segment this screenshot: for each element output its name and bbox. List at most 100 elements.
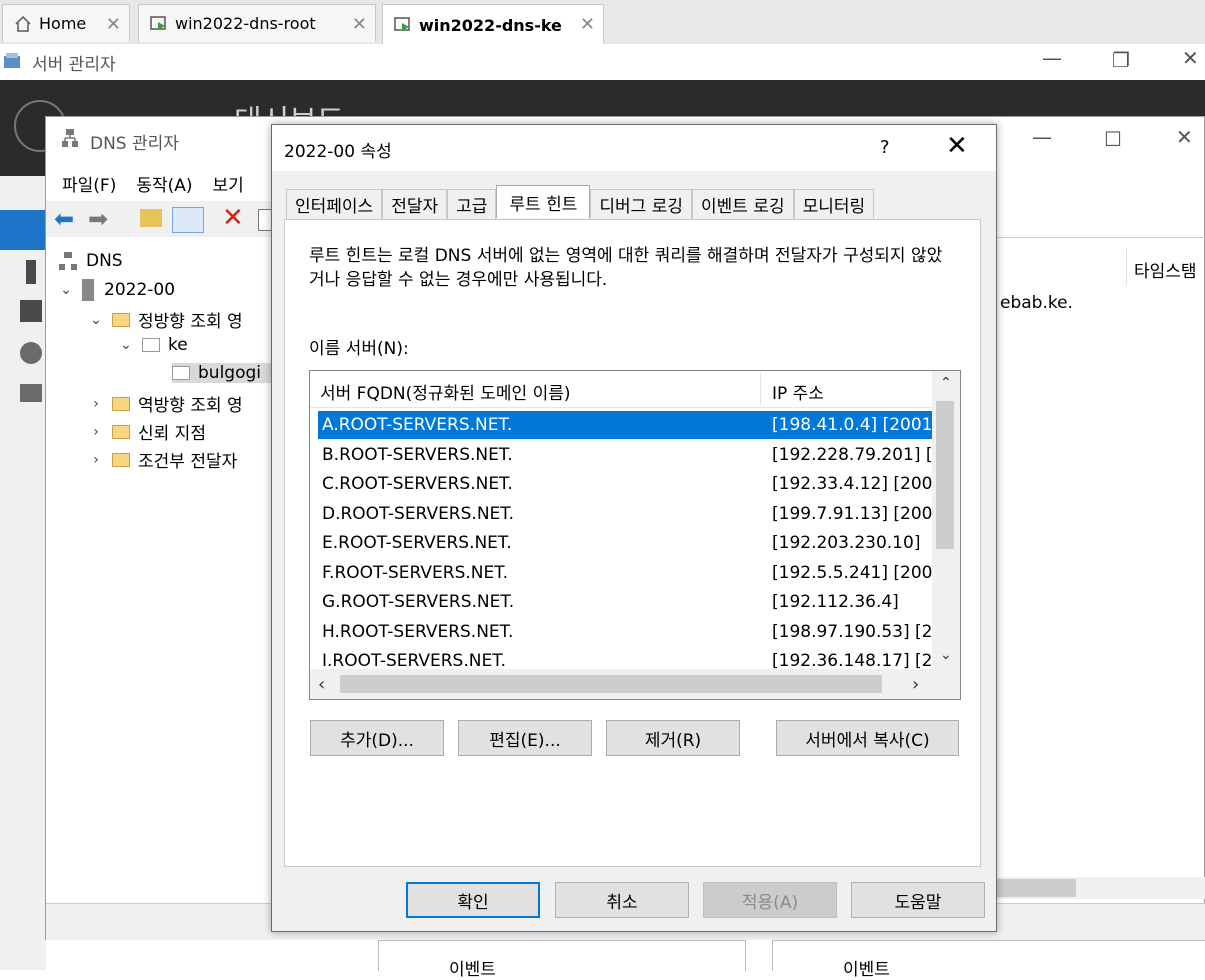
close-icon[interactable]: ✕ — [1182, 46, 1199, 70]
events-panel-title: 이벤트 — [449, 960, 496, 980]
toolbar: ⬅ ➡ ✕ — [46, 201, 286, 237]
scroll-left-icon[interactable]: ‹ — [318, 674, 325, 695]
events-panel-right: 이벤트 — [772, 940, 1205, 980]
horizontal-scrollbar[interactable]: ‹ › — [310, 669, 960, 699]
tab-home[interactable]: Home ✕ — [2, 4, 130, 42]
list-row[interactable]: H.ROOT-SERVERS.NET. [198.97.190.53] [2 — [318, 618, 932, 646]
list-row[interactable]: A.ROOT-SERVERS.NET. [198.41.0.4] [2001 — [318, 411, 932, 439]
list-row[interactable]: E.ROOT-SERVERS.NET. [192.203.230.10] — [318, 529, 932, 557]
dns-tree: DNS ⌄ 2022-00 ⌄ 정방향 조회 영 ⌄ ke bulgogi › … — [46, 243, 276, 903]
sidebar-files-icon[interactable] — [20, 384, 42, 402]
tab-debug-logging[interactable]: 디버그 로깅 — [590, 189, 692, 219]
list-row[interactable]: F.ROOT-SERVERS.NET. [192.5.5.241] [200 — [318, 559, 932, 587]
list-row[interactable]: I.ROOT-SERVERS.NET. [192.36.148.17] [2 — [318, 647, 932, 669]
column-header-fqdn[interactable]: 서버 FQDN(정규화된 도메인 이름) — [320, 379, 570, 404]
root-hints-description: 루트 힌트는 로컬 DNS 서버에 없는 영역에 대한 쿼리를 해결하며 전달자… — [309, 246, 943, 290]
forward-arrow-icon[interactable]: ➡ — [88, 205, 108, 233]
chevron-right-icon[interactable]: › — [86, 396, 106, 412]
column-separator[interactable] — [760, 373, 761, 405]
server-manager-icon — [4, 53, 20, 68]
scroll-up-icon[interactable]: ⌃ — [940, 375, 952, 391]
vm-console-icon — [150, 15, 166, 30]
tab-close-icon[interactable]: ✕ — [106, 14, 121, 35]
tab-win2022-dns-root[interactable]: win2022-dns-root ✕ — [138, 4, 376, 42]
sidebar-servers-icon[interactable] — [20, 300, 42, 322]
restore-icon[interactable]: ❐ — [1112, 48, 1130, 72]
chevron-right-icon[interactable]: › — [86, 424, 106, 440]
dns-root-icon — [59, 252, 77, 270]
sidebar-server-icon[interactable] — [26, 260, 36, 284]
tree-node-server[interactable]: ⌄ 2022-00 — [56, 279, 175, 301]
add-button[interactable]: 추가(D)... — [310, 720, 444, 756]
cancel-button[interactable]: 취소 — [555, 882, 689, 918]
home-icon — [15, 15, 31, 32]
help-button[interactable]: 도움말 — [851, 882, 985, 918]
help-question-icon[interactable]: ? — [880, 137, 890, 158]
maximize-icon[interactable]: ☐ — [1104, 127, 1122, 151]
copy-from-server-button[interactable]: 서버에서 복사(C) — [776, 720, 959, 756]
column-header-ip[interactable]: IP 주소 — [772, 379, 824, 404]
tree-node-trust-points[interactable]: › 신뢰 지점 — [86, 419, 206, 445]
dialog-tabs: 인터페이스 전달자 고급 루트 힌트 디버그 로깅 이벤트 로깅 모니터링 — [286, 185, 875, 219]
up-folder-icon[interactable] — [140, 209, 162, 227]
dns-manager-title: DNS 관리자 — [90, 134, 179, 154]
scroll-thumb[interactable] — [996, 879, 1076, 897]
tree-node-reverse-lookup[interactable]: › 역방향 조회 영 — [86, 391, 242, 417]
horizontal-scrollbar[interactable] — [996, 877, 1205, 899]
tab-root-hints[interactable]: 루트 힌트 — [496, 185, 591, 218]
tree-node-forward-lookup[interactable]: ⌄ 정방향 조회 영 — [86, 307, 243, 333]
name-servers-label: 이름 서버(N): — [309, 339, 409, 359]
root-hints-panel: 루트 힌트는 로컬 DNS 서버에 없는 영역에 대한 쿼리를 해결하며 전달자… — [284, 219, 981, 867]
server-icon — [82, 279, 94, 301]
chevron-down-icon[interactable]: ⌄ — [116, 337, 136, 353]
tree-node-conditional-forwarders[interactable]: › 조건부 전달자 — [86, 447, 237, 473]
tree-node-dns[interactable]: DNS — [58, 251, 123, 271]
show-hide-tree-icon[interactable] — [172, 207, 204, 233]
tab-close-icon[interactable]: ✕ — [352, 14, 367, 35]
tab-forwarders[interactable]: 전달자 — [382, 189, 448, 219]
tab-close-icon[interactable]: ✕ — [580, 14, 595, 35]
dialog-close-icon[interactable]: ✕ — [946, 131, 968, 161]
column-divider — [1126, 249, 1127, 285]
close-icon[interactable]: ✕ — [1176, 125, 1193, 149]
tree-node-zone-ke[interactable]: ⌄ ke — [116, 335, 188, 355]
chevron-down-icon[interactable]: ⌄ — [56, 282, 76, 298]
sidebar-dashboard-icon[interactable] — [0, 210, 46, 250]
tab-monitoring[interactable]: 모니터링 — [793, 189, 875, 219]
ok-button[interactable]: 확인 — [406, 882, 540, 918]
dialog-title: 2022-00 속성 — [284, 142, 392, 162]
scroll-right-icon[interactable]: › — [912, 674, 919, 695]
menu-bar: 파일(F) 동작(A) 보기 — [62, 171, 244, 196]
sidebar-dns-icon[interactable] — [20, 342, 42, 364]
minimize-icon[interactable]: — — [1032, 125, 1052, 149]
list-header: 서버 FQDN(정규화된 도메인 이름) IP 주소 — [310, 371, 932, 408]
scroll-thumb[interactable] — [340, 675, 882, 693]
list-row[interactable]: B.ROOT-SERVERS.NET. [192.228.79.201] [ — [318, 441, 932, 469]
folder-icon — [112, 424, 130, 439]
tab-win2022-dns-ke[interactable]: win2022-dns-ke ✕ — [382, 4, 604, 45]
chevron-right-icon[interactable]: › — [86, 452, 106, 468]
remove-button[interactable]: 제거(R) — [606, 720, 740, 756]
chevron-down-icon[interactable]: ⌄ — [86, 312, 106, 328]
timestamp-column-header[interactable]: 타임스탬 — [1134, 257, 1197, 282]
tree-node-bulgogi[interactable]: bulgogi — [172, 363, 271, 383]
tab-interfaces[interactable]: 인터페이스 — [286, 189, 383, 219]
list-row[interactable]: D.ROOT-SERVERS.NET. [199.7.91.13] [200 — [318, 500, 932, 528]
minimize-icon[interactable]: — — [1042, 46, 1062, 70]
menu-view[interactable]: 보기 — [213, 171, 244, 196]
tab-event-logging[interactable]: 이벤트 로깅 — [691, 189, 794, 219]
events-panel-left: 이벤트 — [378, 940, 746, 980]
menu-action[interactable]: 동작(A) — [136, 171, 192, 196]
list-row[interactable]: C.ROOT-SERVERS.NET. [192.33.4.12] [200 — [318, 470, 932, 498]
scroll-thumb[interactable] — [936, 401, 954, 549]
list-row[interactable]: G.ROOT-SERVERS.NET. [192.112.36.4] — [318, 588, 932, 616]
edit-button[interactable]: 편집(E)... — [458, 720, 592, 756]
name-servers-list[interactable]: 서버 FQDN(정규화된 도메인 이름) IP 주소 A.ROOT-SERVER… — [309, 370, 961, 700]
apply-button[interactable]: 적용(A) — [703, 882, 837, 918]
delete-icon[interactable]: ✕ — [222, 203, 244, 233]
scroll-down-icon[interactable]: ⌄ — [940, 647, 952, 663]
tab-advanced[interactable]: 고급 — [447, 189, 497, 219]
menu-file[interactable]: 파일(F) — [62, 171, 116, 196]
vertical-scrollbar[interactable]: ⌃ ⌄ — [932, 371, 960, 669]
back-arrow-icon[interactable]: ⬅ — [54, 205, 74, 233]
